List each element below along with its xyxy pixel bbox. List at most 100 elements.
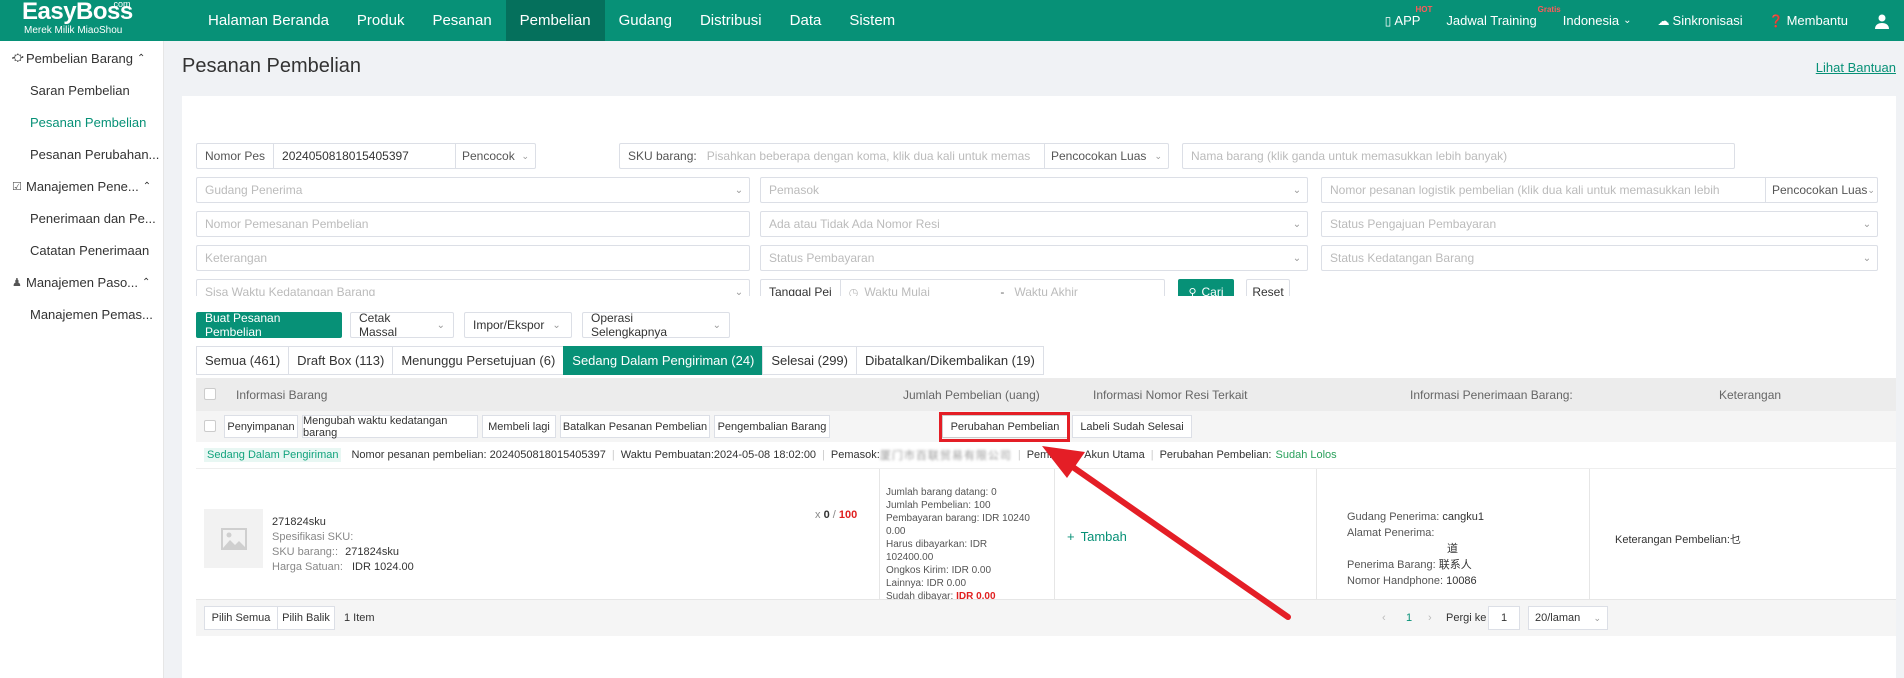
cancel-purchase-order-button[interactable]: Batalkan Pesanan Pembelian (560, 415, 710, 438)
divider: | (1150, 449, 1154, 461)
more-operations-dropdown[interactable]: Operasi Selengkapnya ⌄ (582, 311, 730, 339)
create-purchase-order-button[interactable]: Buat Pesanan Pembelian (196, 311, 342, 339)
logistics-match-select[interactable]: Pencocokan Luas ⌄ (1765, 178, 1877, 202)
chevron-down-icon: ⌄ (1292, 218, 1302, 230)
invert-selection-button[interactable]: Pilih Balik (277, 606, 335, 630)
payment-status-select[interactable]: Status Pembayaran ⌄ (760, 245, 1308, 271)
mark-completed-button[interactable]: Labeli Sudah Selesai (1072, 415, 1192, 438)
remark-input[interactable]: Keterangan (196, 245, 750, 271)
sidebar-group-label: Manajemen Paso... (26, 274, 139, 290)
buyer-info: Pembelian: Akun Utama (1026, 449, 1145, 461)
change-arrival-time-button[interactable]: Mengubah waktu kedatangan barang (302, 415, 478, 439)
unit-price-label: Harga Satuan: (272, 561, 343, 573)
divider: | (1017, 449, 1021, 461)
help-link[interactable]: Lihat Bantuan (1816, 60, 1896, 75)
app-link[interactable]: ▯ APP HOT (1385, 5, 1433, 28)
goto-page-input[interactable]: 1 (1488, 606, 1520, 630)
purchase-order-number-input[interactable]: Nomor Pemesanan Pembelian (196, 211, 750, 237)
save-button[interactable]: Penyimpanan (224, 415, 298, 438)
sku-input[interactable]: Pisahkan beberapa dengan koma, klik dua … (705, 149, 1044, 163)
received-quantity: x 0 / 100 (815, 509, 857, 521)
training-link[interactable]: Jadwal Training Gratis (1446, 5, 1560, 28)
product-thumbnail (204, 509, 263, 568)
tracking-select[interactable]: Ada atau Tidak Ada Nomor Resi ⌄ (760, 211, 1308, 237)
product-name-input[interactable]: Nama barang (klik ganda untuk memasukkan… (1182, 143, 1735, 169)
tab-pending-approval[interactable]: Menunggu Persetujuan (6) (392, 346, 564, 375)
chevron-up-icon: ⌃ (142, 180, 152, 192)
order-number: Nomor pesanan pembelian: 202405081801540… (351, 449, 606, 461)
add-tracking-link[interactable]: + Tambah (1067, 529, 1127, 544)
nav-orders[interactable]: Pesanan (418, 0, 505, 41)
sidebar-item-receiving-records[interactable]: Catatan Penerimaan (0, 234, 163, 266)
select-all-button[interactable]: Pilih Semua (204, 606, 278, 630)
sidebar-group-receiving[interactable]: ☑ Manajemen Pene... ⌃ (0, 170, 163, 202)
language-label: Indonesia (1562, 13, 1620, 28)
table-row: 271824sku Spesifikasi SKU: SKU barang:: … (196, 469, 1896, 602)
help-menu[interactable]: ❓ Membantu (1769, 13, 1848, 28)
purchase-order-placeholder: Nomor Pemesanan Pembelian (205, 217, 369, 231)
cloud-icon: ☁ (1657, 13, 1670, 28)
match-mode-label: Pencocok (462, 149, 515, 163)
arrival-status-select[interactable]: Status Kedatangan Barang ⌄ (1321, 245, 1878, 271)
sidebar-group-label: Pembelian Barang (26, 50, 133, 66)
sidebar-item-supplier-management[interactable]: Manajemen Pemas... (0, 298, 163, 330)
chevron-down-icon: ⌄ (552, 319, 561, 331)
next-page-icon[interactable]: › (1428, 612, 1432, 624)
nav-system[interactable]: Sistem (835, 0, 909, 41)
user-avatar[interactable] (1874, 13, 1890, 29)
select-all-checkbox[interactable] (204, 388, 216, 400)
sku-match-select[interactable]: Pencocokan Luas ⌄ (1044, 144, 1168, 168)
tab-cancelled[interactable]: Dibatalkan/Dikembalikan (19) (856, 346, 1044, 375)
sidebar-item-purchase-suggestion[interactable]: Saran Pembelian (0, 74, 163, 106)
page-number[interactable]: 1 (1406, 612, 1412, 624)
prev-page-icon[interactable]: ‹ (1382, 612, 1386, 624)
product-sku-value: 271824sku (345, 546, 399, 558)
buy-again-button[interactable]: Membeli lagi (482, 415, 556, 438)
page-size-select[interactable]: 20/laman ⌄ (1528, 606, 1608, 630)
nav-purchasing[interactable]: Pembelian (505, 0, 605, 41)
import-export-dropdown[interactable]: Impor/Ekspor ⌄ (464, 312, 572, 338)
tab-all[interactable]: Semua (461) (196, 346, 289, 375)
logistics-field[interactable]: Nomor pesanan logistik pembelian (klik d… (1321, 177, 1878, 203)
divider: | (611, 449, 615, 461)
return-goods-button[interactable]: Pengembalian Barang (714, 415, 830, 438)
nav-home[interactable]: Halaman Beranda (194, 0, 343, 41)
logistics-input[interactable]: Nomor pesanan logistik pembelian (klik d… (1322, 183, 1765, 197)
supplier-select[interactable]: Pemasok ⌄ (760, 177, 1308, 203)
brand-logo[interactable]: EasyBoss .com Merek Milik MiaoShou (0, 0, 164, 41)
header-tracking-info: Informasi Nomor Resi Terkait (1093, 388, 1248, 402)
nav-products[interactable]: Produk (343, 0, 419, 41)
batch-action-bar: Penyimpanan Mengubah waktu kedatangan ba… (196, 411, 1896, 442)
divider: | (822, 449, 825, 461)
tab-in-transit[interactable]: Sedang Dalam Pengiriman (24) (563, 346, 763, 375)
sidebar-group-purchasing[interactable]: ⛮ Pembelian Barang ⌃ (0, 42, 163, 74)
phone-label: Nomor Handphone: (1347, 575, 1444, 587)
warehouse-select[interactable]: Gudang Penerima ⌄ (196, 177, 750, 203)
sidebar-item-change-order[interactable]: Pesanan Perubahan... (0, 138, 163, 170)
sidebar-item-receiving[interactable]: Penerimaan dan Pe... (0, 202, 163, 234)
help-label: Membantu (1786, 13, 1848, 28)
payment-request-select[interactable]: Status Pengajuan Pembayaran ⌄ (1321, 211, 1878, 237)
order-number-field[interactable]: Nomor Pes 20240508180154053​97 Pencocok … (196, 143, 536, 169)
people-icon: ♟ (12, 276, 22, 289)
sku-field[interactable]: SKU barang: Pisahkan beberapa dengan kom… (619, 143, 1169, 169)
nav-data[interactable]: Data (776, 0, 836, 41)
remark-placeholder: Keterangan (205, 251, 268, 265)
bulk-print-dropdown[interactable]: Cetak Massal ⌄ (350, 311, 454, 339)
logistics-match-label: Pencocokan Luas (1772, 183, 1868, 197)
match-mode-select[interactable]: Pencocok ⌄ (455, 144, 535, 168)
payment-request-placeholder: Status Pengajuan Pembayaran (1330, 217, 1497, 231)
tab-completed[interactable]: Selesai (299) (762, 346, 856, 375)
nav-distribution[interactable]: Distribusi (686, 0, 776, 41)
sidebar-group-supplier[interactable]: ♟ Manajemen Paso... ⌃ (0, 266, 163, 298)
tab-draft[interactable]: Draft Box (113) (288, 346, 393, 375)
receiver-value: 联系人 (1438, 559, 1472, 571)
table-footer: Pilih Semua Pilih Balik 1 Item ‹ 1 › Per… (196, 600, 1896, 636)
supplier-label: Pemasok: (830, 449, 880, 461)
language-select[interactable]: Indonesia ⌄ (1563, 13, 1632, 28)
batch-select-checkbox[interactable] (204, 420, 216, 432)
sync-link[interactable]: ☁ Sinkronisasi (1658, 13, 1743, 28)
sidebar-item-purchase-order[interactable]: Pesanan Pembelian (0, 106, 163, 138)
highlight-box (939, 412, 1070, 442)
nav-warehouse[interactable]: Gudang (605, 0, 686, 41)
